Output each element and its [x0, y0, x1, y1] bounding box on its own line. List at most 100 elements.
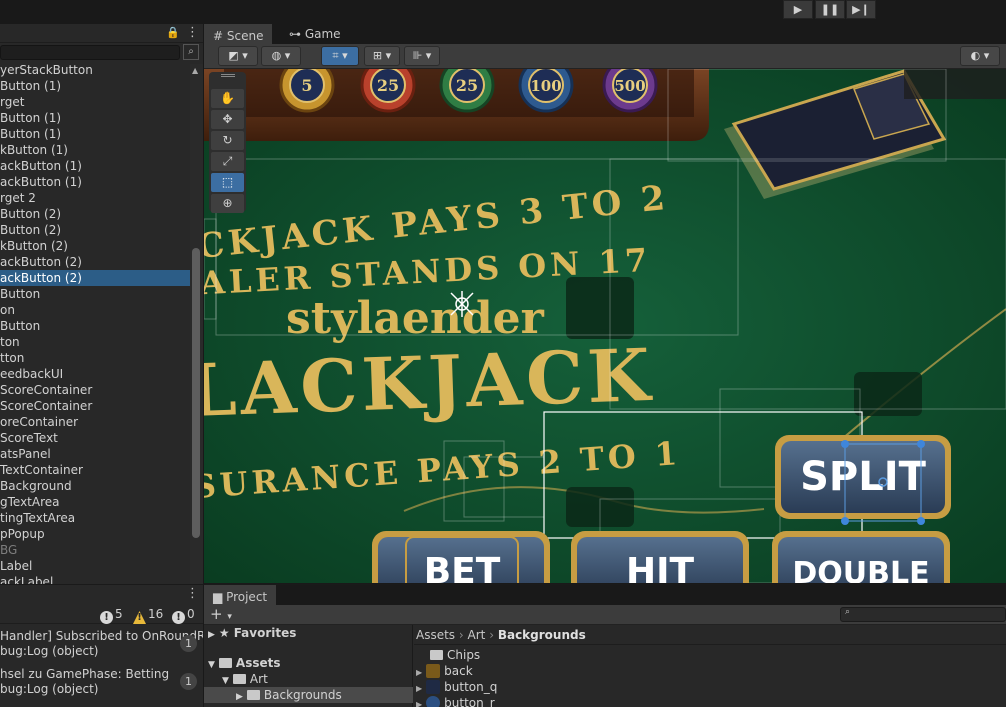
hierarchy-item[interactable]: Button (1) [0, 126, 190, 142]
hierarchy-item[interactable]: yerStackButton [0, 62, 190, 78]
split-button[interactable]: SPLIT [775, 435, 951, 519]
tree-item-favorites[interactable]: ▶ ★ Favorites [204, 625, 413, 641]
hierarchy-item[interactable]: kButton (2) [0, 238, 190, 254]
hierarchy-item[interactable]: Button [0, 286, 190, 302]
play-button[interactable]: ▶ [783, 0, 813, 19]
hierarchy-item[interactable]: ackButton (1) [0, 158, 190, 174]
warning-icon: ! [133, 611, 146, 624]
hierarchy-item[interactable]: ackButton (2) [0, 270, 190, 286]
hierarchy-item[interactable]: ackLabel [0, 574, 190, 584]
hierarchy-item[interactable]: Button (2) [0, 206, 190, 222]
hierarchy-item[interactable]: ScoreContainer [0, 382, 190, 398]
tab-project-label: Project [226, 590, 268, 604]
hierarchy-search-input[interactable] [0, 45, 180, 60]
move-tool-button[interactable]: ✥ [211, 110, 244, 129]
project-search-input[interactable]: ⌕ [840, 607, 1006, 622]
star-icon: ★ [218, 626, 230, 640]
scene-tools-overlay: ✋ ✥ ↻ ⤢ ⬚ ⊕ [209, 72, 246, 213]
info-filter[interactable]: ! 5 [100, 606, 123, 624]
lock-icon[interactable]: 🔒 [166, 26, 180, 39]
hierarchy-item[interactable]: Button (1) [0, 110, 190, 126]
split-button-label: SPLIT [800, 454, 926, 500]
hierarchy-item[interactable]: oreContainer [0, 414, 190, 430]
grid-snap-button[interactable]: ⌗ ▾ [321, 46, 359, 66]
console-menu-icon[interactable]: ⋮ [186, 586, 199, 601]
hierarchy-item[interactable]: ScoreContainer [0, 398, 190, 414]
rect-tool-button[interactable]: ⬚ [211, 173, 244, 192]
breadcrumb-item[interactable]: Art [468, 628, 486, 642]
grid-visibility-dropdown[interactable]: ⊞ ▾ [364, 46, 400, 66]
global-local-dropdown[interactable]: ◍ ▾ [261, 46, 301, 66]
hierarchy-item[interactable]: Label [0, 558, 190, 574]
hierarchy-item[interactable]: kButton (1) [0, 142, 190, 158]
console-entry-text: hsel zu GamePhase: Betting [0, 667, 170, 681]
breadcrumb-item[interactable]: Assets [416, 628, 455, 642]
hit-button[interactable]: HIT [571, 531, 749, 583]
project-folder-tree: ▶ ★ Favorites ▼ Assets ▼ Art ▶ Backgrounds [204, 625, 413, 707]
hierarchy-item[interactable]: BG [0, 542, 190, 558]
error-filter[interactable]: ! 0 [172, 606, 195, 624]
hierarchy-scrollbar[interactable]: ▲ [190, 64, 203, 584]
hierarchy-item[interactable]: atsPanel [0, 446, 190, 462]
hand-tool-button[interactable]: ✋ [211, 89, 244, 108]
add-asset-button[interactable]: + ▾ [210, 605, 232, 623]
hierarchy-item[interactable]: ScoreText [0, 430, 190, 446]
chevron-right-icon: ▶ [416, 684, 423, 693]
search-icon: ⌕ [845, 607, 851, 617]
hierarchy-item[interactable]: pPopup [0, 526, 190, 542]
hierarchy-item[interactable]: ackButton (1) [0, 174, 190, 190]
warning-filter[interactable]: ! 16 [133, 606, 163, 624]
breadcrumb-item-current[interactable]: Backgrounds [498, 628, 586, 642]
bet-button-label: BET [424, 551, 501, 583]
scene-viewport[interactable]: 5 25 25 100 500 CKJACK PAYS 3 TO 2 ALER … [204, 69, 1006, 583]
file-item-label: back [444, 664, 473, 678]
scale-tool-button[interactable]: ⤢ [211, 152, 244, 171]
project-panel: ▆ Project + ▾ ⌕ ▶ ★ Favorites ▼ Assets ▼ Art… [204, 584, 1006, 707]
double-button[interactable]: DOUBLE [772, 531, 950, 583]
tree-item-art[interactable]: ▼ Art [204, 671, 413, 687]
hierarchy-scroll-thumb[interactable] [192, 248, 200, 538]
hierarchy-item[interactable]: gTextArea [0, 494, 190, 510]
hierarchy-item[interactable]: ton [0, 334, 190, 350]
tab-project[interactable]: ▆ Project [204, 585, 277, 605]
hierarchy-item[interactable]: Button (2) [0, 222, 190, 238]
chevron-down-icon: ▾ [342, 49, 348, 62]
hierarchy-item[interactable]: Button [0, 318, 190, 334]
draw-mode-dropdown[interactable]: ◩ ▾ [218, 46, 258, 66]
file-item-button-q[interactable]: ▶ button_q [416, 679, 497, 695]
hierarchy-item[interactable]: on [0, 302, 190, 318]
tree-item-backgrounds[interactable]: ▶ Backgrounds [204, 687, 413, 703]
hierarchy-item[interactable]: eedbackUI [0, 366, 190, 382]
hierarchy-menu-icon[interactable]: ⋮ [186, 25, 199, 40]
file-item-back[interactable]: ▶ back [416, 663, 473, 679]
rotate-tool-button[interactable]: ↻ [211, 131, 244, 150]
hierarchy-item[interactable]: tton [0, 350, 190, 366]
hierarchy-item[interactable]: Button (1) [0, 78, 190, 94]
file-item-chips[interactable]: Chips [430, 647, 480, 663]
drag-handle-icon[interactable] [221, 74, 235, 77]
hierarchy-item[interactable]: tingTextArea [0, 510, 190, 526]
transform-tool-button[interactable]: ⊕ [211, 194, 244, 213]
tab-scene[interactable]: # Scene [204, 24, 273, 44]
hierarchy-item[interactable]: rget 2 [0, 190, 190, 206]
hierarchy-item[interactable]: Background [0, 478, 190, 494]
hit-button-label: HIT [626, 551, 695, 583]
console-entry[interactable]: hsel zu GamePhase: Betting bug:Log (obje… [0, 663, 203, 701]
step-button[interactable]: ▶❙ [846, 0, 876, 19]
grid-icon: ⊞ [372, 49, 383, 62]
hierarchy-item[interactable]: rget [0, 94, 190, 110]
console-entry[interactable]: Handler] Subscribed to OnRoundRese bug:L… [0, 625, 203, 663]
camera-view-dropdown[interactable]: ◐ ▾ [960, 46, 1000, 66]
file-item-button-r[interactable]: ▶ button_r [416, 695, 495, 707]
tab-game[interactable]: ⊶ Game [280, 24, 350, 44]
file-item-label: Chips [447, 648, 481, 662]
ruler-icon: ⊪ [412, 49, 423, 62]
bet-button[interactable]: BET [372, 531, 550, 583]
pause-button[interactable]: ❚❚ [815, 0, 845, 19]
hierarchy-item[interactable]: ackButton (2) [0, 254, 190, 270]
tree-item-assets[interactable]: ▼ Assets [204, 655, 413, 671]
increment-snap-dropdown[interactable]: ⊪ ▾ [404, 46, 440, 66]
scroll-up-icon[interactable]: ▲ [192, 66, 198, 75]
search-icon[interactable]: ⌕ [183, 44, 199, 60]
hierarchy-item[interactable]: TextContainer [0, 462, 190, 478]
